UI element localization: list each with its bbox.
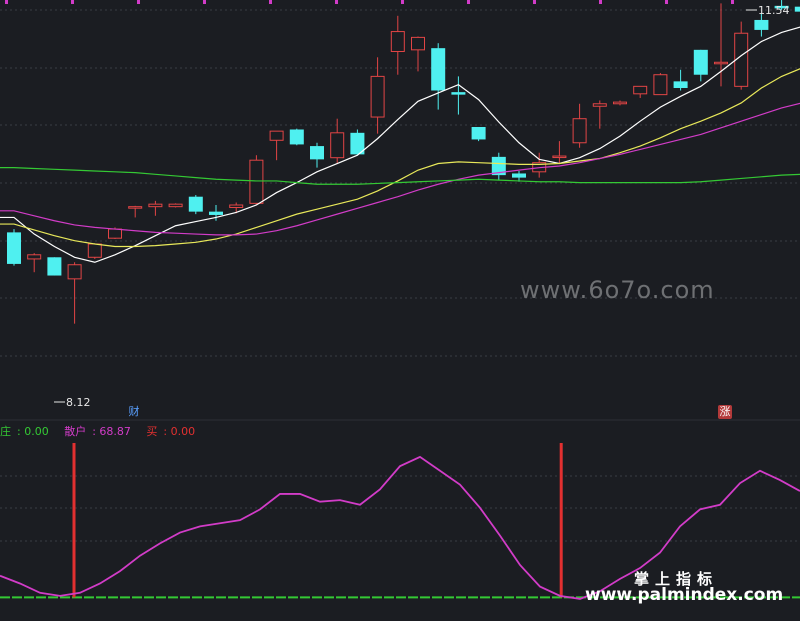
indicator-legend: 庄: 0.00 散户: 68.87 买: 0.00 bbox=[0, 423, 207, 439]
watermark-url: www.palmindex.com bbox=[585, 585, 784, 605]
financial-report-badge[interactable]: 财 bbox=[127, 405, 141, 419]
indicator-chart bbox=[0, 419, 800, 600]
legend-mai: 买: 0.00 bbox=[146, 425, 196, 438]
limit-up-badge[interactable]: 涨 bbox=[718, 405, 732, 419]
stock-chart-screen: 11.54 8.12 庄: 0.00 散户: 68.87 买: 0.00 财 涨 … bbox=[0, 0, 800, 621]
legend-sanhu: 散户: 68.87 bbox=[64, 425, 131, 438]
legend-zhuang: 庄: 0.00 bbox=[0, 425, 49, 438]
watermark-mid: www.6o7o.com bbox=[520, 276, 715, 304]
